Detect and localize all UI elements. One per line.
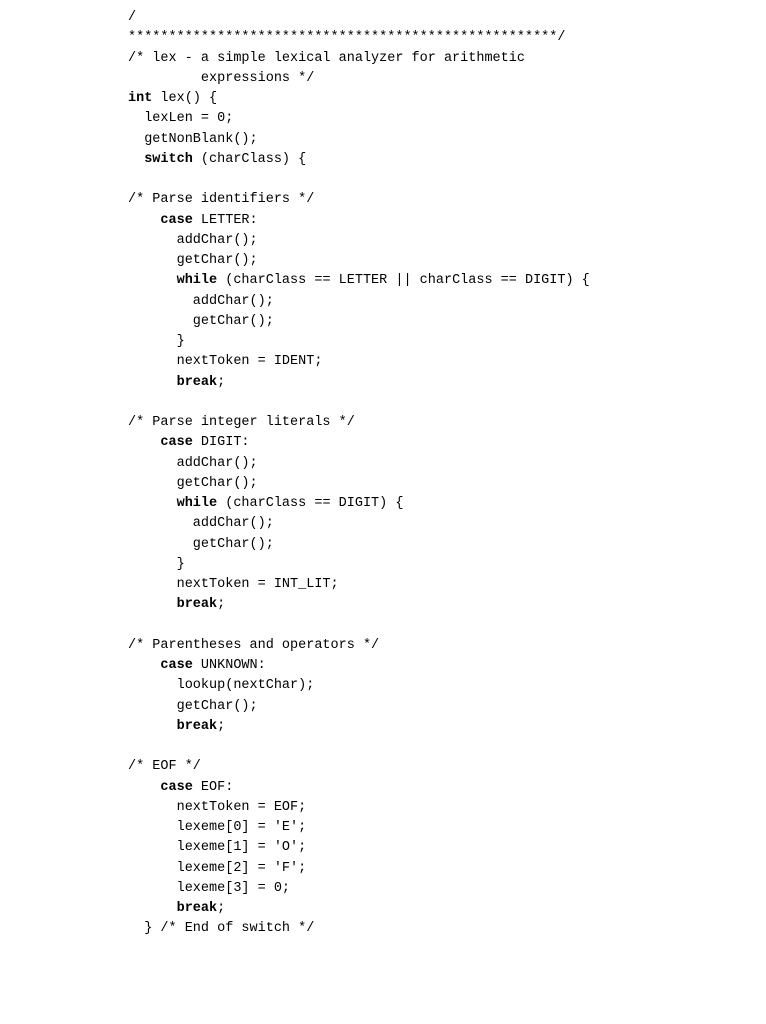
code-line: addChar(); (128, 456, 258, 471)
code-line: /* EOF */ (128, 759, 201, 774)
code-text (128, 152, 144, 167)
code-line: getChar(); (128, 537, 274, 552)
code-text: (charClass == DIGIT) { (217, 496, 403, 511)
code-text: ; (217, 901, 225, 916)
code-text: UNKNOWN: (193, 658, 266, 673)
code-text: (charClass == LETTER || charClass == DIG… (217, 273, 590, 288)
code-line: /* Parentheses and operators */ (128, 638, 379, 653)
code-line: getNonBlank(); (128, 132, 258, 147)
code-line: lexLen = 0; (128, 111, 233, 126)
code-text: ; (217, 375, 225, 390)
keyword-case: case (160, 213, 192, 228)
code-line: addChar(); (128, 294, 274, 309)
code-line: nextToken = EOF; (128, 800, 306, 815)
code-text: DIGIT: (193, 435, 250, 450)
code-line: lexeme[2] = 'F'; (128, 861, 306, 876)
code-line: } (128, 334, 185, 349)
code-line: /* lex - a simple lexical analyzer for a… (128, 51, 525, 66)
code-line: getChar(); (128, 476, 258, 491)
keyword-case: case (160, 780, 192, 795)
code-text (128, 496, 177, 511)
code-line: addChar(); (128, 233, 258, 248)
code-text: LETTER: (193, 213, 258, 228)
code-text: EOF: (193, 780, 234, 795)
code-line: lookup(nextChar); (128, 678, 314, 693)
code-line: expressions */ (128, 71, 314, 86)
code-line: getChar(); (128, 253, 258, 268)
code-listing: / **************************************… (0, 0, 766, 1024)
keyword-break: break (177, 597, 218, 612)
keyword-case: case (160, 658, 192, 673)
keyword-int: int (128, 91, 152, 106)
code-line: getChar(); (128, 699, 258, 714)
code-line: / (128, 10, 136, 25)
keyword-switch: switch (144, 152, 193, 167)
code-text: lex() { (152, 91, 217, 106)
code-text (128, 658, 160, 673)
keyword-case: case (160, 435, 192, 450)
code-text (128, 901, 177, 916)
keyword-while: while (177, 273, 218, 288)
code-line: ****************************************… (128, 30, 565, 45)
code-text (128, 273, 177, 288)
code-text: (charClass) { (193, 152, 306, 167)
code-line: addChar(); (128, 516, 274, 531)
keyword-while: while (177, 496, 218, 511)
code-text (128, 597, 177, 612)
keyword-break: break (177, 901, 218, 916)
code-line: } /* End of switch */ (128, 921, 314, 936)
code-line: nextToken = INT_LIT; (128, 577, 339, 592)
code-text: ; (217, 597, 225, 612)
code-line: nextToken = IDENT; (128, 354, 322, 369)
code-line: lexeme[0] = 'E'; (128, 820, 306, 835)
code-text (128, 780, 160, 795)
code-line: getChar(); (128, 314, 274, 329)
code-line: lexeme[1] = 'O'; (128, 840, 306, 855)
code-text (128, 213, 160, 228)
keyword-break: break (177, 375, 218, 390)
code-text (128, 719, 177, 734)
code-text (128, 435, 160, 450)
code-line: /* Parse identifiers */ (128, 192, 314, 207)
code-line: lexeme[3] = 0; (128, 881, 290, 896)
code-text (128, 375, 177, 390)
code-text: ; (217, 719, 225, 734)
keyword-break: break (177, 719, 218, 734)
code-line: /* Parse integer literals */ (128, 415, 355, 430)
code-line: } (128, 557, 185, 572)
